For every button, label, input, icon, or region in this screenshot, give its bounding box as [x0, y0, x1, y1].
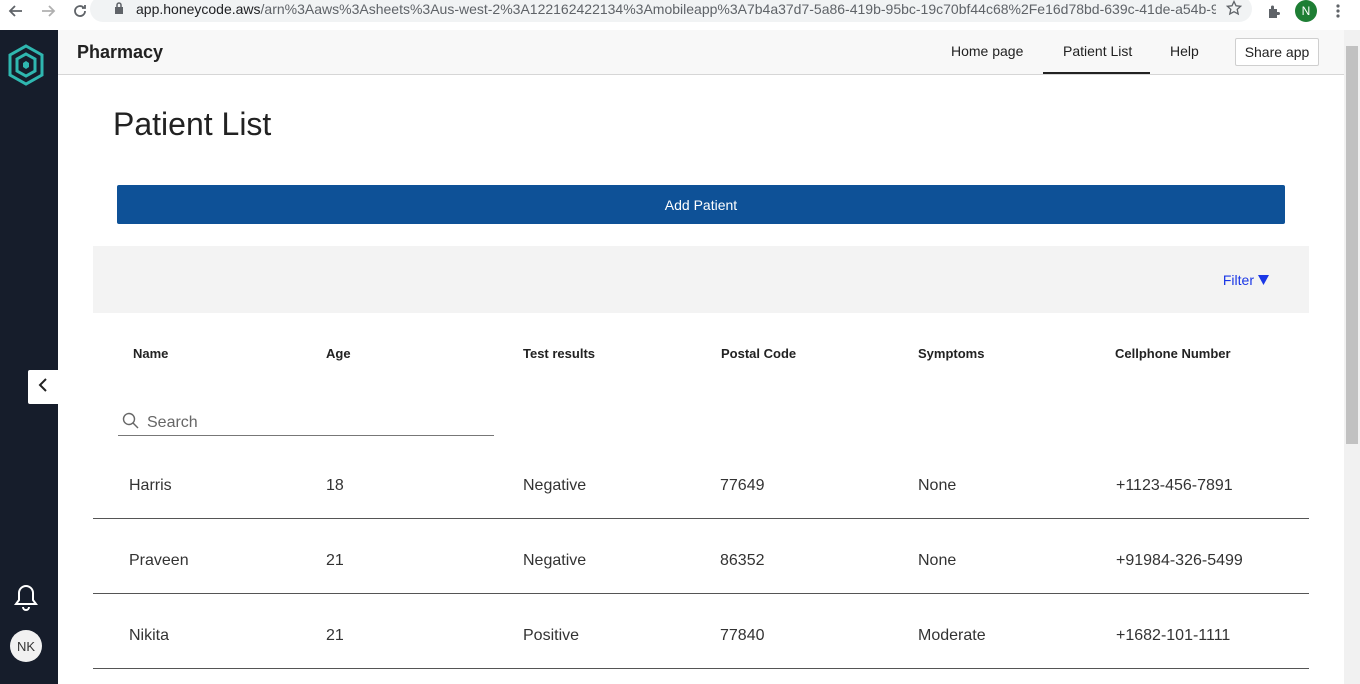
address-bar[interactable]: app.honeycode.aws/arn%3Aaws%3Asheets%3Au…: [90, 0, 1252, 22]
column-header-cellphone-number[interactable]: Cellphone Number: [1115, 346, 1231, 361]
reload-icon[interactable]: [68, 0, 92, 22]
url-text: app.honeycode.aws/arn%3Aaws%3Asheets%3Au…: [136, 1, 1216, 17]
active-tab-indicator: [1043, 72, 1150, 74]
extensions-icon[interactable]: [1264, 0, 1284, 22]
cell-cellphone: +1123-456-7891: [1116, 477, 1233, 494]
app-header: Pharmacy Home page Patient List Help Sha…: [58, 30, 1344, 75]
honeycode-logo-icon[interactable]: [7, 44, 45, 86]
notifications-bell-icon[interactable]: [13, 583, 39, 616]
filter-panel: Filter: [93, 246, 1309, 313]
search-input[interactable]: [147, 413, 467, 432]
bookmark-star-icon[interactable]: [1225, 0, 1243, 21]
search-icon: [122, 412, 139, 434]
table-row[interactable]: Nikita 21 Positive 77840 Moderate +1682-…: [93, 594, 1309, 669]
tab-help[interactable]: Help: [1170, 43, 1199, 59]
cell-symptoms: None: [918, 552, 957, 569]
back-icon[interactable]: [4, 0, 28, 22]
cell-age: 18: [326, 477, 344, 494]
more-menu-icon[interactable]: [1330, 0, 1346, 22]
left-rail: NK: [0, 30, 58, 684]
column-header-symptoms[interactable]: Symptoms: [918, 346, 984, 361]
cell-age: 21: [326, 552, 344, 569]
share-app-button[interactable]: Share app: [1235, 38, 1319, 66]
cell-cellphone: +91984-326-5499: [1116, 552, 1243, 569]
cell-name: Nikita: [129, 627, 170, 644]
cell-age: 21: [326, 627, 344, 644]
cell-name: Praveen: [129, 552, 189, 569]
cell-test-result: Positive: [523, 627, 580, 644]
add-patient-button[interactable]: Add Patient: [117, 185, 1285, 224]
cell-test-result: Negative: [523, 552, 587, 569]
forward-icon[interactable]: [36, 0, 60, 22]
page-title: Patient List: [113, 106, 272, 142]
column-header-age[interactable]: Age: [326, 346, 351, 361]
cell-postal-code: 77649: [720, 477, 765, 494]
app-nav-tabs: Home page Patient List Help: [58, 30, 1344, 75]
tab-patient-list[interactable]: Patient List: [1063, 43, 1132, 59]
filter-label: Filter: [1222, 272, 1254, 288]
column-header-test-results[interactable]: Test results: [523, 346, 595, 361]
cell-symptoms: None: [918, 477, 957, 494]
user-avatar[interactable]: NK: [10, 630, 42, 662]
scrollbar-thumb[interactable]: [1346, 46, 1358, 444]
tab-home-page[interactable]: Home page: [951, 43, 1023, 59]
table-row[interactable]: Harris 18 Negative 77649 None +1123-456-…: [93, 444, 1309, 519]
table-row[interactable]: Praveen 21 Negative 86352 None +91984-32…: [93, 519, 1309, 594]
cell-symptoms: Moderate: [918, 627, 986, 644]
triangle-down-icon: [1258, 272, 1269, 288]
cell-test-result: Negative: [523, 477, 587, 494]
cell-postal-code: 86352: [720, 552, 765, 569]
browser-profile-avatar[interactable]: N: [1295, 0, 1317, 22]
column-header-name[interactable]: Name: [133, 346, 168, 361]
cell-name: Harris: [129, 477, 172, 494]
cell-cellphone: +1682-101-1111: [1116, 627, 1231, 644]
filter-button[interactable]: Filter: [1223, 272, 1269, 288]
lock-icon: [114, 2, 124, 20]
browser-toolbar: app.honeycode.aws/arn%3Aaws%3Asheets%3Au…: [0, 0, 1360, 22]
cell-postal-code: 77840: [720, 627, 765, 644]
search-field[interactable]: [118, 410, 494, 436]
collapse-sidebar-button[interactable]: [28, 370, 58, 404]
chevron-left-icon: [37, 377, 49, 398]
column-header-postal-code[interactable]: Postal Code: [721, 346, 796, 361]
